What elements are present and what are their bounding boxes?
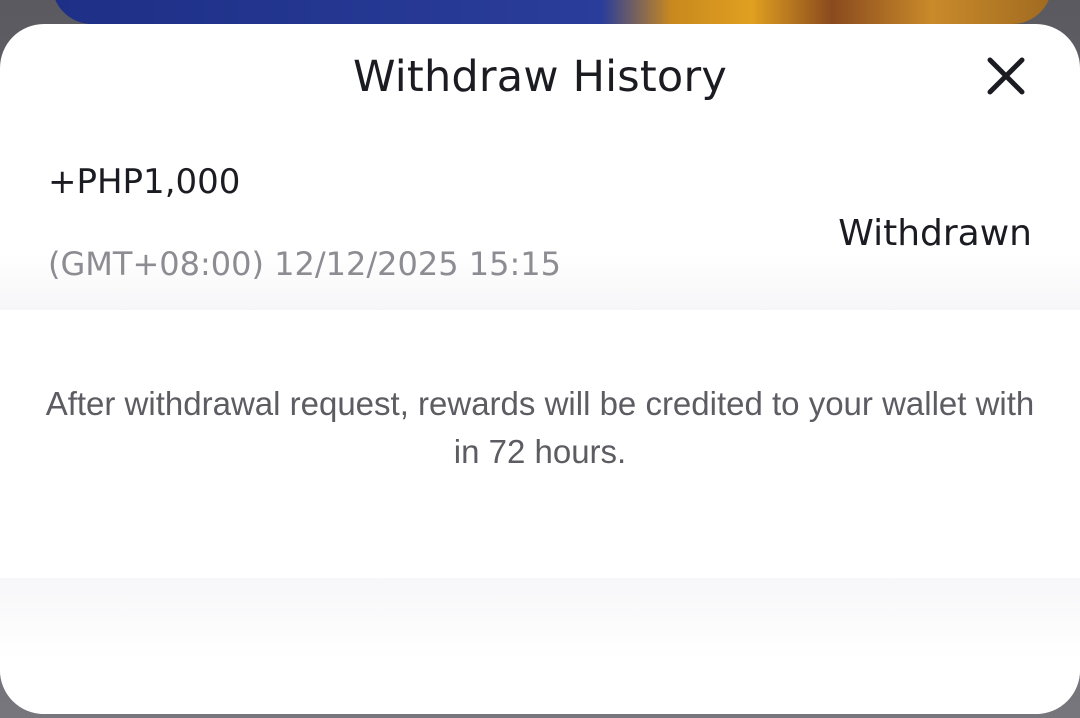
dialog-footer bbox=[0, 578, 1080, 714]
record-status: Withdrawn bbox=[838, 213, 1032, 254]
close-button[interactable] bbox=[982, 52, 1030, 100]
record-timestamp: (GMT+08:00) 12/12/2025 15:15 bbox=[48, 245, 561, 283]
dialog-title: Withdraw History bbox=[353, 52, 727, 102]
promo-banner bbox=[52, 0, 1052, 24]
close-icon bbox=[987, 57, 1025, 95]
record-amount: +PHP1,000 bbox=[48, 162, 241, 202]
withdrawal-notice-text: After withdrawal request, rewards will b… bbox=[45, 385, 1035, 470]
